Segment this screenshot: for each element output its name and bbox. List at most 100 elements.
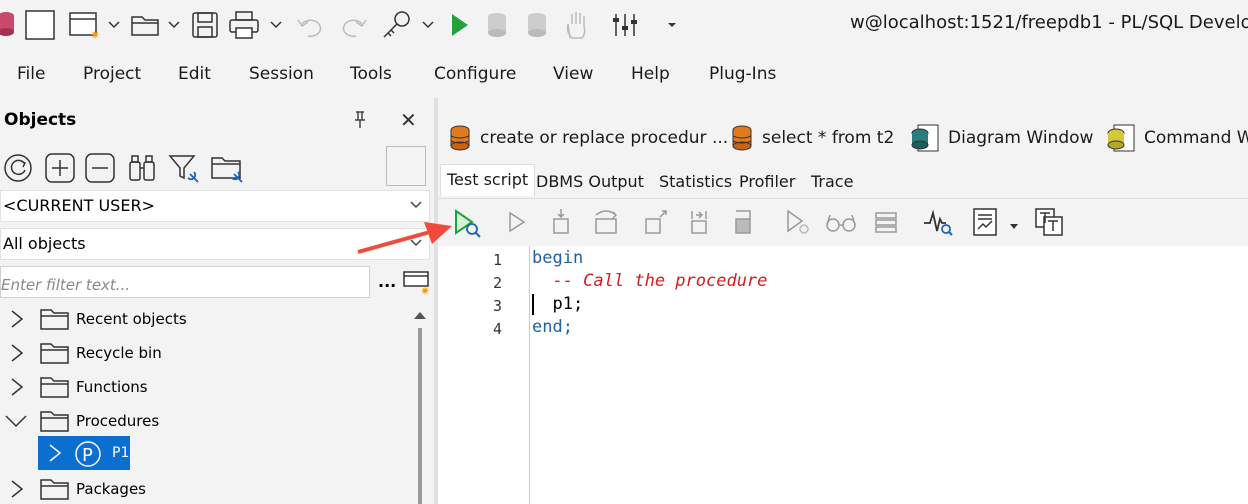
window-tab-label: create or replace procedur ... [480, 128, 729, 148]
filter-input[interactable] [0, 266, 370, 298]
report-icon[interactable] [970, 207, 1000, 241]
window-tab-label: select * from t2 [762, 128, 895, 148]
chevron-right-icon[interactable] [46, 443, 64, 467]
overflow-dropdown-icon[interactable] [666, 9, 678, 41]
rollback-icon[interactable] [524, 9, 550, 41]
editor-toolbar [438, 198, 1248, 246]
menu-tools[interactable]: Tools [350, 64, 392, 84]
window-tab-command[interactable]: Command W [1106, 122, 1248, 154]
diagram-window-icon [911, 124, 939, 152]
tree-item-label: Recent objects [76, 310, 187, 328]
command-window-icon [1107, 124, 1135, 152]
tree-item-procedures[interactable]: Procedures [0, 404, 400, 438]
object-preview-box[interactable] [386, 146, 426, 186]
window-title: w@localhost:1521/freepdb1 - PL/SQL Devel… [850, 12, 1248, 33]
chevron-down-icon[interactable] [422, 9, 434, 41]
close-icon[interactable]: ✕ [400, 108, 417, 132]
blank-window-icon[interactable] [24, 9, 56, 41]
open-folder-icon[interactable] [130, 9, 162, 41]
print-icon[interactable] [228, 9, 260, 41]
scroll-up-icon[interactable] [412, 306, 428, 325]
tree-item-recycle-bin[interactable]: Recycle bin [0, 336, 400, 370]
window-tab-create-procedure[interactable]: create or replace procedur ... [448, 122, 728, 154]
new-window-icon[interactable]: ✷ [68, 9, 102, 41]
chevron-down-icon[interactable] [409, 196, 423, 215]
scrollbar[interactable] [418, 328, 422, 504]
new-object-window-icon[interactable]: ✷ [402, 266, 432, 300]
find-binoculars-icon[interactable] [126, 152, 158, 188]
database-icon[interactable] [0, 9, 16, 41]
add-icon[interactable] [44, 152, 76, 188]
test-text-icon[interactable] [1034, 207, 1066, 241]
menu-view[interactable]: View [553, 64, 593, 84]
performance-analyze-icon[interactable] [922, 207, 954, 241]
tab-trace[interactable]: Trace [811, 172, 853, 191]
chevron-right-icon[interactable] [8, 309, 26, 333]
run-icon[interactable] [506, 207, 530, 241]
execute-icon[interactable] [446, 9, 472, 41]
code-line: -- Call the procedure [532, 271, 768, 291]
line-gutter: 1 2 3 4 [438, 246, 530, 504]
tab-statistics[interactable]: Statistics [659, 172, 732, 191]
redo-icon[interactable] [336, 9, 368, 41]
procedure-icon: P [74, 440, 102, 472]
tree-item-packages[interactable]: Packages [0, 472, 400, 504]
filter-settings-icon[interactable] [168, 152, 202, 188]
refresh-icon[interactable] [2, 152, 34, 188]
folder-icon [40, 409, 70, 437]
user-combo-value: <CURRENT USER> [3, 196, 155, 215]
break-hand-icon[interactable] [562, 9, 592, 41]
svg-text:✷: ✷ [90, 28, 100, 41]
menu-edit[interactable]: Edit [178, 64, 211, 84]
scope-combo-value: All objects [3, 234, 86, 253]
menu-file[interactable]: File [17, 64, 45, 84]
chevron-down-icon[interactable] [108, 9, 120, 41]
step-over-icon[interactable] [592, 207, 622, 241]
run-to-cursor-icon[interactable] [730, 207, 758, 241]
filter-more-button[interactable]: ... [378, 272, 396, 291]
tree-item-label: Procedures [76, 412, 160, 430]
chevron-right-icon[interactable] [8, 479, 26, 503]
chevron-right-icon[interactable] [8, 377, 26, 401]
undo-icon[interactable] [296, 9, 328, 41]
tree-item-label: Packages [76, 480, 146, 498]
chevron-down-icon[interactable] [270, 9, 282, 41]
settings-sliders-icon[interactable] [610, 9, 640, 41]
chevron-down-icon[interactable] [4, 413, 28, 433]
start-debugger-icon[interactable] [452, 207, 484, 243]
tab-dbms-output[interactable]: DBMS Output [536, 172, 644, 191]
tab-profiler[interactable]: Profiler [739, 172, 795, 191]
folder-settings-icon[interactable] [210, 152, 246, 188]
window-tab-diagram[interactable]: Diagram Window [910, 122, 1093, 154]
step-into-icon[interactable] [548, 207, 576, 241]
run-to-next-exception-icon[interactable] [686, 207, 714, 241]
watch-glasses-icon[interactable] [824, 207, 858, 241]
save-icon[interactable] [190, 9, 220, 41]
remove-icon[interactable] [84, 152, 116, 188]
tab-test-script[interactable]: Test script [440, 164, 536, 196]
window-tab-select-t2[interactable]: select * from t2 [730, 122, 894, 154]
chevron-down-icon[interactable] [168, 9, 180, 41]
folder-icon [40, 477, 70, 504]
code-editor[interactable]: 1 2 3 4 begin -- Call the procedure p1; … [438, 246, 1248, 504]
key-icon[interactable] [380, 9, 414, 41]
toggle-breakpoint-icon[interactable] [872, 207, 900, 241]
pin-icon[interactable] [352, 110, 368, 134]
line-number: 2 [492, 274, 502, 292]
step-out-icon[interactable] [642, 207, 670, 241]
menu-configure[interactable]: Configure [434, 64, 516, 84]
menu-project[interactable]: Project [83, 64, 141, 84]
menu-help[interactable]: Help [631, 64, 670, 84]
menu-plug-ins[interactable]: Plug-Ins [709, 64, 776, 84]
tree-item-functions[interactable]: Functions [0, 370, 400, 404]
chevron-down-icon[interactable] [1008, 217, 1020, 236]
menu-session[interactable]: Session [249, 64, 314, 84]
run-with-options-icon[interactable] [784, 207, 814, 241]
tree-item-label: P1 [112, 445, 130, 461]
tree-item-p1[interactable]: P P1 [38, 436, 130, 470]
panel-title: Objects [4, 110, 77, 130]
tree-item-recent-objects[interactable]: Recent objects [0, 302, 400, 336]
folder-icon [40, 341, 70, 369]
chevron-right-icon[interactable] [8, 343, 26, 367]
commit-icon[interactable] [484, 9, 510, 41]
